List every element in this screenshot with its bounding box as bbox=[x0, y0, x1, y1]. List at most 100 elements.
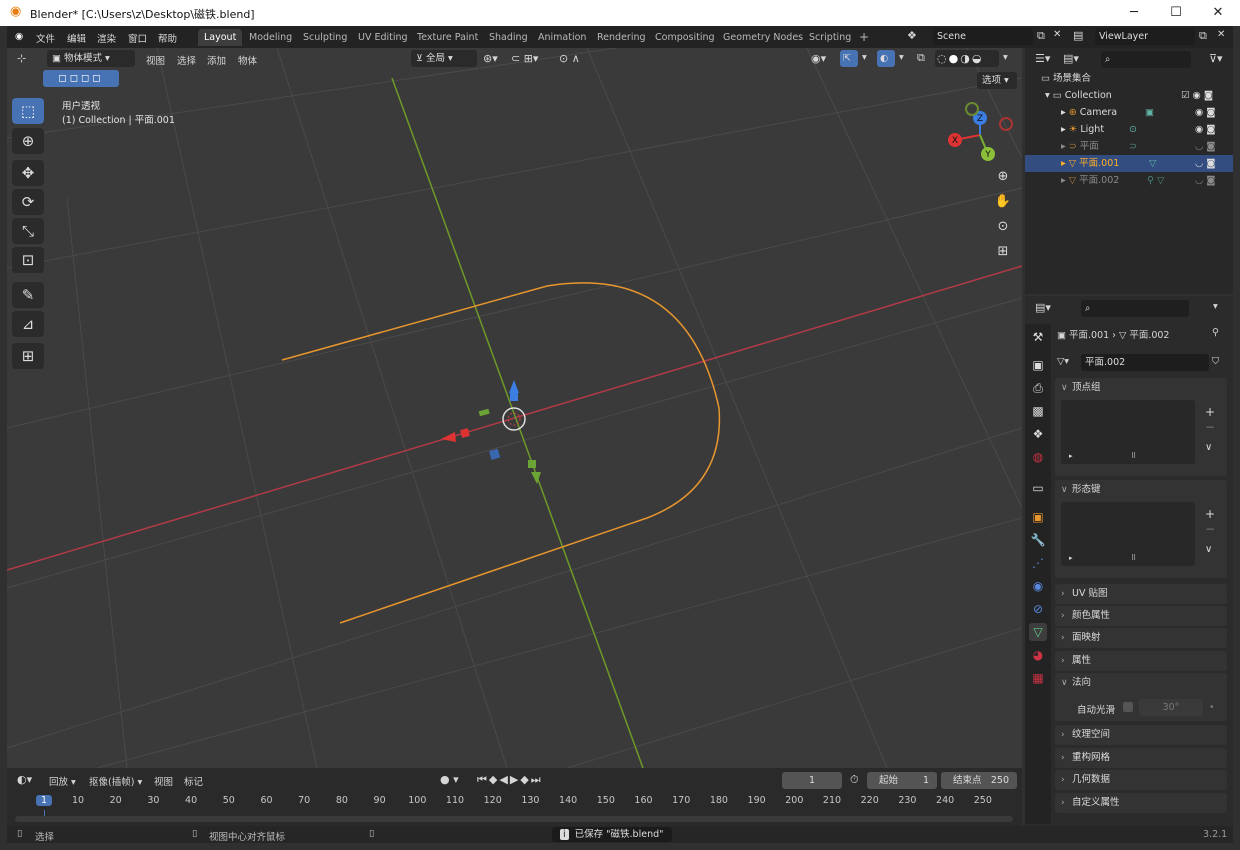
shape-keys-header[interactable]: ∨ 形态键 bbox=[1055, 480, 1227, 500]
cursor-tool[interactable]: ⊕ bbox=[12, 128, 44, 154]
scene-tab-icon[interactable]: ❖ bbox=[1029, 425, 1047, 443]
minimize-button[interactable]: ─ bbox=[1120, 4, 1148, 22]
viewport-menu-select[interactable]: 选择 bbox=[177, 53, 196, 67]
tab-compositing[interactable]: Compositing bbox=[649, 29, 721, 46]
attributes-header[interactable]: › 属性 bbox=[1055, 651, 1227, 671]
timeline-menu-view[interactable]: 视图 bbox=[154, 774, 173, 788]
selected-curve-object[interactable] bbox=[281, 282, 721, 624]
remesh-header[interactable]: › 重构网格 bbox=[1055, 748, 1227, 768]
modifier-tab-icon[interactable]: 🔧 bbox=[1029, 531, 1047, 549]
tab-animation[interactable]: Animation bbox=[532, 29, 592, 46]
mesh-data-tab-icon[interactable]: ▽ bbox=[1029, 623, 1047, 641]
tab-shading[interactable]: Shading bbox=[483, 29, 534, 46]
navigation-gizmo[interactable]: Z X Y bbox=[945, 100, 1015, 170]
current-frame-field[interactable]: 1 bbox=[782, 772, 842, 789]
pan-hand-icon[interactable]: ✋ bbox=[992, 191, 1014, 213]
gizmo-dropdown-icon[interactable]: ▾ bbox=[862, 52, 867, 63]
properties-search-input[interactable]: ⌕ bbox=[1081, 300, 1189, 317]
list-resize-handle-icon[interactable]: ⠿ bbox=[1131, 452, 1136, 460]
vertex-groups-list[interactable]: ▸ ⠿ bbox=[1061, 400, 1195, 464]
annotate-tool[interactable]: ✎ bbox=[12, 282, 44, 308]
geometry-data-header[interactable]: › 几何数据 bbox=[1055, 770, 1227, 790]
outliner-row-collection[interactable]: ▾ ▭ Collection ☑ ◉ ◙ bbox=[1025, 87, 1233, 104]
ortho-toggle-icon[interactable]: ⊞ bbox=[992, 241, 1014, 263]
measure-tool[interactable]: ⊿ bbox=[12, 311, 44, 337]
timeline-scrollbar[interactable] bbox=[15, 816, 1013, 822]
start-frame-field[interactable]: 起始 1 bbox=[867, 772, 937, 789]
menu-render[interactable]: 渲染 bbox=[97, 31, 116, 45]
add-vertex-group-button[interactable]: + bbox=[1205, 405, 1215, 419]
tool-tab-icon[interactable]: ⚒ bbox=[1029, 328, 1047, 346]
jump-end-icon[interactable]: ⏭ bbox=[531, 773, 543, 786]
snap-icon[interactable]: ⊂ ⊞▾ bbox=[511, 52, 538, 65]
blender-menu-icon[interactable]: ◉ bbox=[15, 31, 23, 42]
properties-editor-icon[interactable]: ▤▾ bbox=[1035, 301, 1051, 314]
render-tab-icon[interactable]: ▣ bbox=[1029, 356, 1047, 374]
visibility-icon[interactable]: ◉▾ bbox=[811, 52, 826, 65]
material-shading-icon[interactable]: ◑ bbox=[960, 52, 972, 65]
shading-mode-group[interactable]: ◌●◑◒ bbox=[935, 50, 999, 67]
outliner-row-light[interactable]: ▸ ☀ Light ⊙ ◉ ◙ bbox=[1025, 121, 1233, 138]
auto-smooth-checkbox[interactable] bbox=[1123, 702, 1133, 712]
plane-001-visibility-icon[interactable]: ◡ ◙ bbox=[1195, 155, 1216, 172]
vertex-groups-header[interactable]: ∨ 顶点组 bbox=[1055, 378, 1227, 398]
new-scene-icon[interactable]: ⧉ bbox=[1037, 29, 1045, 43]
play-reverse-icon[interactable]: ◀ bbox=[499, 773, 509, 786]
viewlayer-icon[interactable]: ▤ bbox=[1073, 29, 1083, 42]
playback-controls[interactable]: ⏮◆◀▶◆⏭ bbox=[477, 773, 543, 787]
maximize-button[interactable]: ☐ bbox=[1162, 4, 1190, 22]
geometry-data-panel[interactable]: › 几何数据 bbox=[1055, 770, 1227, 790]
select-box-tool[interactable]: ⬚ bbox=[12, 98, 44, 124]
add-cube-tool[interactable]: ⊞ bbox=[12, 343, 44, 369]
transform-orientation-select[interactable]: ⊻ 全局 ▾ bbox=[411, 50, 477, 67]
data-browse-icon[interactable]: ▽▾ bbox=[1057, 356, 1069, 367]
rotate-tool[interactable]: ⟳ bbox=[12, 189, 44, 215]
timeline-editor-icon[interactable]: ◐▾ bbox=[17, 773, 32, 786]
texture-tab-icon[interactable]: ▦ bbox=[1029, 669, 1047, 687]
list-resize-handle-icon[interactable]: ⠿ bbox=[1131, 554, 1136, 562]
material-tab-icon[interactable]: ◕ bbox=[1029, 646, 1047, 664]
remove-shape-key-button[interactable]: − bbox=[1205, 522, 1215, 536]
new-viewlayer-icon[interactable]: ⧉ bbox=[1199, 29, 1207, 43]
transform-tool[interactable]: ⊡ bbox=[12, 247, 44, 273]
solid-shading-icon[interactable]: ● bbox=[949, 52, 961, 65]
color-attributes-header[interactable]: › 颜色属性 bbox=[1055, 606, 1227, 626]
camera-view-icon[interactable]: ⊙ bbox=[992, 216, 1014, 238]
uv-maps-header[interactable]: › UV 贴图 bbox=[1055, 584, 1227, 604]
outliner-row-plane-001[interactable]: ▸ ▽ 平面.001 ▽ ◡ ◙ bbox=[1025, 155, 1233, 172]
proportional-edit-icon[interactable]: ⊙ ∧ bbox=[559, 52, 580, 65]
wireframe-shading-icon[interactable]: ◌ bbox=[937, 52, 949, 65]
pin-icon[interactable]: ⚲ bbox=[1212, 327, 1219, 338]
scene-field[interactable]: Scene bbox=[933, 28, 1033, 45]
custom-properties-header[interactable]: › 自定义属性 bbox=[1055, 793, 1227, 813]
shape-keys-list[interactable]: ▸ ⠿ bbox=[1061, 502, 1195, 566]
timeline-menu-playback[interactable]: 回放 ▾ bbox=[49, 774, 76, 788]
tab-rendering[interactable]: Rendering bbox=[591, 29, 652, 46]
add-workspace-button[interactable]: + bbox=[853, 29, 875, 46]
tab-uv-editing[interactable]: UV Editing bbox=[352, 29, 414, 46]
delete-scene-icon[interactable]: ✕ bbox=[1053, 29, 1061, 40]
mode-select[interactable]: ▣ 物体模式 ▾ bbox=[47, 50, 135, 67]
editor-type-icon[interactable]: ⊹ bbox=[17, 52, 26, 65]
viewport-menu-object[interactable]: 物体 bbox=[238, 53, 257, 67]
animate-property-dot-icon[interactable]: • bbox=[1209, 702, 1215, 713]
menu-edit[interactable]: 编辑 bbox=[67, 31, 86, 45]
menu-help[interactable]: 帮助 bbox=[158, 31, 177, 45]
texture-space-panel[interactable]: › 纹理空间 bbox=[1055, 725, 1227, 745]
display-mode-icon[interactable]: ▤▾ bbox=[1063, 52, 1079, 65]
3d-viewport[interactable]: ⊹ ▣ 物体模式 ▾ 视图 选择 添加 物体 ⊻ 全局 ▾ ⊛▾ ⊂ ⊞▾ ⊙ … bbox=[7, 48, 1022, 768]
rendered-shading-icon[interactable]: ◒ bbox=[972, 52, 984, 65]
tab-scripting[interactable]: Scripting bbox=[803, 29, 857, 46]
plane-hidden-icon[interactable]: ◡ ◙ bbox=[1195, 138, 1216, 155]
tab-texture-paint[interactable]: Texture Paint bbox=[411, 29, 484, 46]
add-shape-key-button[interactable]: + bbox=[1205, 507, 1215, 521]
pivot-icon[interactable]: ⊛▾ bbox=[483, 52, 498, 65]
options-dropdown[interactable]: 选项 ▾ bbox=[977, 72, 1017, 89]
viewport-menu-view[interactable]: 视图 bbox=[146, 53, 165, 67]
end-frame-field[interactable]: 结束点 250 bbox=[941, 772, 1017, 789]
texture-space-header[interactable]: › 纹理空间 bbox=[1055, 725, 1227, 745]
menu-window[interactable]: 窗口 bbox=[128, 31, 147, 45]
tab-geometry-nodes[interactable]: Geometry Nodes bbox=[717, 29, 809, 46]
auto-keying-icon[interactable]: ● ▾ bbox=[440, 773, 459, 786]
particles-tab-icon[interactable]: ⋰ bbox=[1029, 554, 1047, 572]
